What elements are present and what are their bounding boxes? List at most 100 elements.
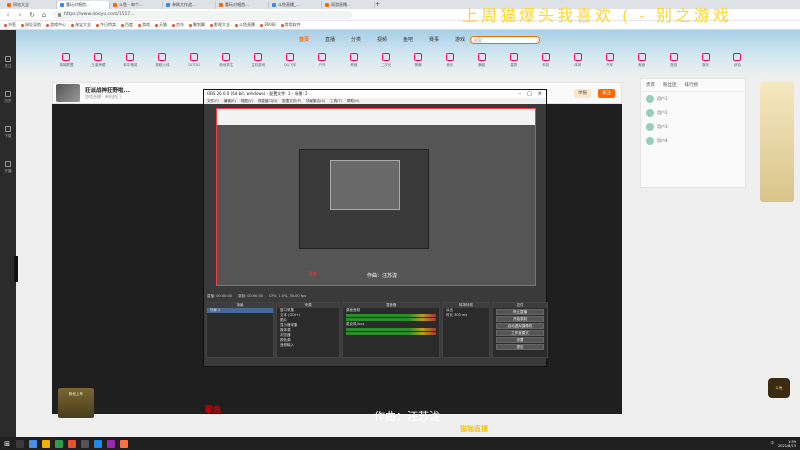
obs-control-button[interactable]: 停止直播 [496,309,544,315]
fan-badge[interactable]: 粉丝上车 [58,388,94,418]
category-item[interactable]: 二次元 [372,53,401,81]
forward-icon[interactable]: › [16,11,24,19]
category-item[interactable]: 穿越火线 [148,53,177,81]
browser-tab[interactable]: 网游直播... [322,0,375,9]
start-icon[interactable]: ⊞ [3,440,11,448]
rank-row[interactable]: 用户4 [641,134,745,148]
obs-menu-item[interactable]: 场景集合(S) [306,99,325,104]
bookmark-item[interactable]: 斗鱼直播 [235,22,255,28]
home-icon[interactable]: ⌂ [40,11,48,19]
rank-row[interactable]: 用户3 [641,120,745,134]
app-icon[interactable] [68,439,76,448]
category-item[interactable]: 娱乐 [691,53,720,81]
nav-item[interactable]: 直播 [325,36,335,46]
category-item[interactable]: 和平精英 [116,53,145,81]
category-item[interactable]: DOTA2 [180,53,209,81]
obs-app-icon[interactable] [81,439,89,448]
browser-tab[interactable]: 网站大全 [4,0,57,9]
rank-tab[interactable]: 排行榜 [685,82,699,88]
bookmark-item[interactable]: 聚划算 [189,22,205,28]
obs-list-row[interactable]: 场景 2 [207,308,273,313]
address-bar[interactable]: https://www.douyu.com/1517... [52,10,352,19]
obs-control-button[interactable]: 设置 [496,337,544,343]
obs-list-row[interactable]: 时长 300 ms [443,313,489,318]
site-search-input[interactable]: 搜索 [470,36,540,44]
obs-preview[interactable]: 歌曲 作曲：汪苏泷 [216,108,536,286]
category-item[interactable]: 星秀 [499,53,528,81]
category-item[interactable]: 棋牌 [403,53,432,81]
obs-menu-item[interactable]: 帮助(H) [347,99,359,104]
rail-collapse-handle[interactable] [14,256,18,282]
bookmark-item[interactable]: 影视大全 [210,22,230,28]
qq-icon[interactable] [94,439,102,448]
obs-menu-item[interactable]: 编辑(E) [224,99,236,104]
back-icon[interactable]: ‹ [4,11,12,19]
obs-menu-item[interactable]: 停靠窗口(D) [258,99,277,104]
rank-row[interactable]: 用户1 [641,92,745,106]
streamer-avatar[interactable] [56,84,80,102]
browser-tab[interactable]: 重玩对唱首... [216,0,269,9]
category-item[interactable]: 王者荣耀 [84,53,113,81]
ime-indicator[interactable]: 中 [771,441,775,446]
category-item[interactable]: 综合 [723,53,752,81]
nav-item[interactable]: 视频 [377,36,387,46]
close-icon[interactable]: × [538,91,542,97]
bookmark-item[interactable]: 天猫 [155,22,167,28]
rail-item[interactable]: 历史 [3,91,13,104]
category-item[interactable]: 户外 [308,53,337,81]
douyu-icon[interactable] [120,439,128,448]
category-item[interactable]: 音乐 [435,53,464,81]
minimize-icon[interactable]: – [519,91,522,97]
maximize-icon[interactable]: □ [527,91,532,97]
folder-icon[interactable] [42,439,50,448]
category-item[interactable]: 旅游 [659,53,688,81]
browser-tab[interactable]: 单刷大作战... [163,0,216,9]
bookmark-item[interactable]: 游戏中心 [46,22,66,28]
nav-item[interactable]: 游戏 [455,36,465,46]
rank-row[interactable]: 用户2 [641,106,745,120]
volume-slider[interactable] [346,318,436,321]
browser-tab[interactable]: 斗鱼直播_... [269,0,322,9]
bookmark-item[interactable]: 书签 [4,22,16,28]
bookmark-item[interactable]: 百度 [121,22,133,28]
category-item[interactable]: 英雄联盟 [52,53,81,81]
browser-icon[interactable] [55,439,63,448]
new-tab-icon[interactable]: + [375,1,380,8]
bookmark-item[interactable]: 360网 [260,22,276,28]
category-item[interactable]: 美食 [627,53,656,81]
rail-item[interactable]: 下载 [3,126,13,139]
taskview-icon[interactable] [29,439,37,448]
search-icon[interactable] [16,439,24,448]
clock[interactable]: 1:59 2021/8/13 [778,440,796,448]
obs-menu-item[interactable]: 文件(F) [207,99,219,104]
rail-item[interactable]: 关注 [3,56,13,69]
obs-menu-item[interactable]: 视图(V) [241,99,253,104]
obs-list-row[interactable]: 音频输入 [277,343,339,348]
nav-item[interactable]: 分类 [351,36,361,46]
bookmark-item[interactable]: 京东 [172,22,184,28]
obs-menu-item[interactable]: 配置文件(P) [282,99,301,104]
bookmark-item[interactable]: 今日特卖 [96,22,116,28]
category-item[interactable]: 主机游戏 [244,53,273,81]
obs-control-button[interactable]: 工作室模式 [496,330,544,336]
category-item[interactable]: QQ飞车 [276,53,305,81]
category-item[interactable]: 体育 [563,53,592,81]
category-item[interactable]: 舞蹈 [467,53,496,81]
volume-slider[interactable] [346,332,436,335]
bookmark-item[interactable]: 淘宝大全 [71,22,91,28]
bookmark-item[interactable]: 游戏 [138,22,150,28]
category-item[interactable]: 汽车 [595,53,624,81]
report-button[interactable]: 举报 [574,89,591,98]
follow-button[interactable]: 关注 [598,89,615,98]
browser-tab[interactable]: 斗鱼 - 每个... [110,0,163,9]
rank-tab[interactable]: 贵宾 [646,82,655,88]
refresh-icon[interactable]: ↻ [28,11,36,19]
category-item[interactable]: 科技 [531,53,560,81]
nav-item[interactable]: 首页 [299,36,309,46]
bookmark-item[interactable]: 常用软件 [280,22,301,28]
obs-control-button[interactable]: 启动虚拟摄像机 [496,323,544,329]
rail-item[interactable]: 开播 [3,161,13,174]
nav-item[interactable]: 赛事 [429,36,439,46]
rank-tab[interactable]: 粉丝团 [663,82,677,88]
category-item[interactable]: 绝地求生 [212,53,241,81]
